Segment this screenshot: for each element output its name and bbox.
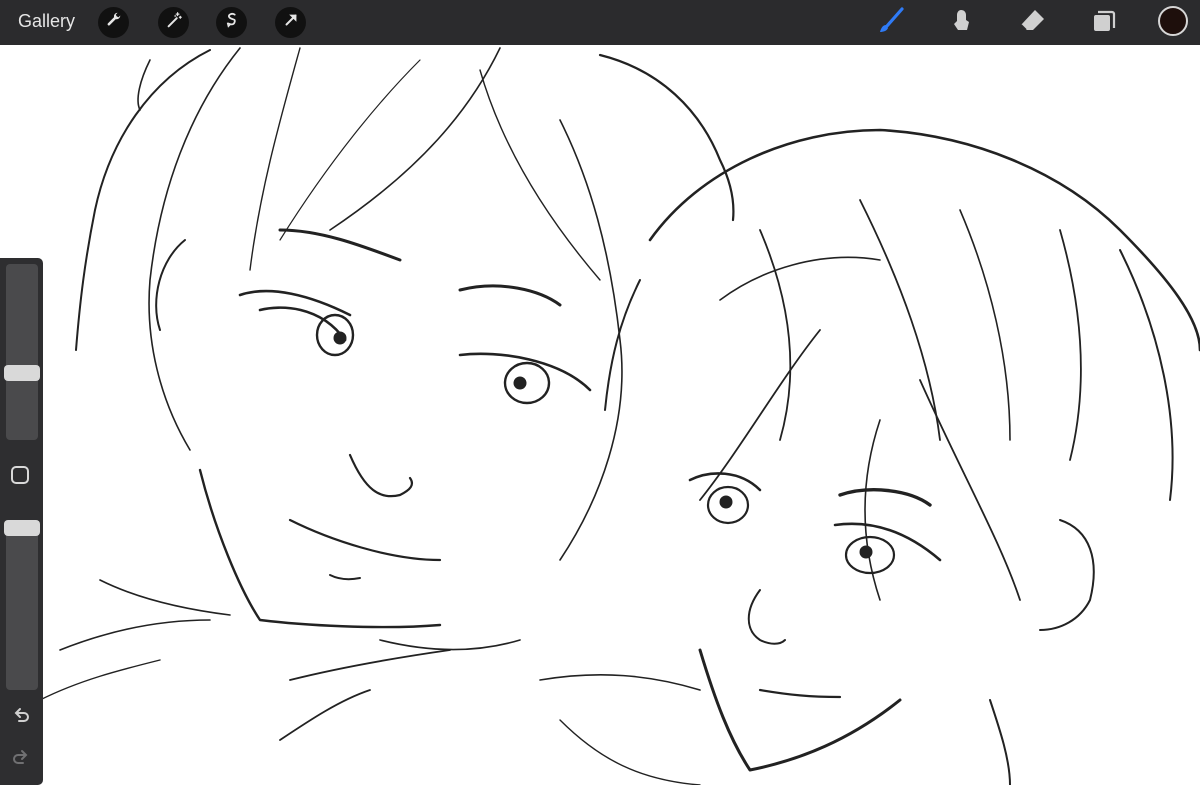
opacity-slider[interactable] — [6, 520, 38, 690]
magic-wand-icon — [165, 11, 183, 34]
top-toolbar: Gallery — [0, 0, 1200, 45]
selection-button[interactable] — [216, 7, 247, 38]
gallery-button[interactable]: Gallery — [18, 11, 75, 32]
brush-size-thumb[interactable] — [4, 365, 40, 381]
modify-button[interactable] — [11, 466, 29, 484]
layers-tool-button[interactable] — [1089, 8, 1119, 38]
undo-icon — [11, 705, 31, 730]
wrench-icon — [105, 11, 123, 34]
transform-arrow-icon — [282, 11, 300, 34]
sketch-artwork — [39, 47, 1200, 785]
smudge-tool-button[interactable] — [946, 8, 976, 38]
side-panel — [0, 258, 43, 785]
layers-icon — [1089, 6, 1119, 41]
brush-tool-button[interactable] — [876, 6, 906, 41]
brush-icon — [876, 6, 906, 41]
color-picker-button[interactable] — [1158, 6, 1188, 36]
brush-size-slider[interactable] — [6, 264, 38, 440]
redo-button[interactable] — [10, 748, 32, 770]
eraser-tool-button[interactable] — [1017, 8, 1047, 38]
smudge-icon — [946, 6, 976, 41]
drawing-canvas[interactable] — [0, 45, 1200, 785]
selection-icon — [223, 11, 241, 34]
redo-icon — [11, 747, 31, 772]
actions-button[interactable] — [98, 7, 129, 38]
opacity-thumb[interactable] — [4, 520, 40, 536]
undo-button[interactable] — [10, 706, 32, 728]
adjustments-button[interactable] — [158, 7, 189, 38]
eraser-icon — [1017, 6, 1047, 41]
transform-button[interactable] — [275, 7, 306, 38]
